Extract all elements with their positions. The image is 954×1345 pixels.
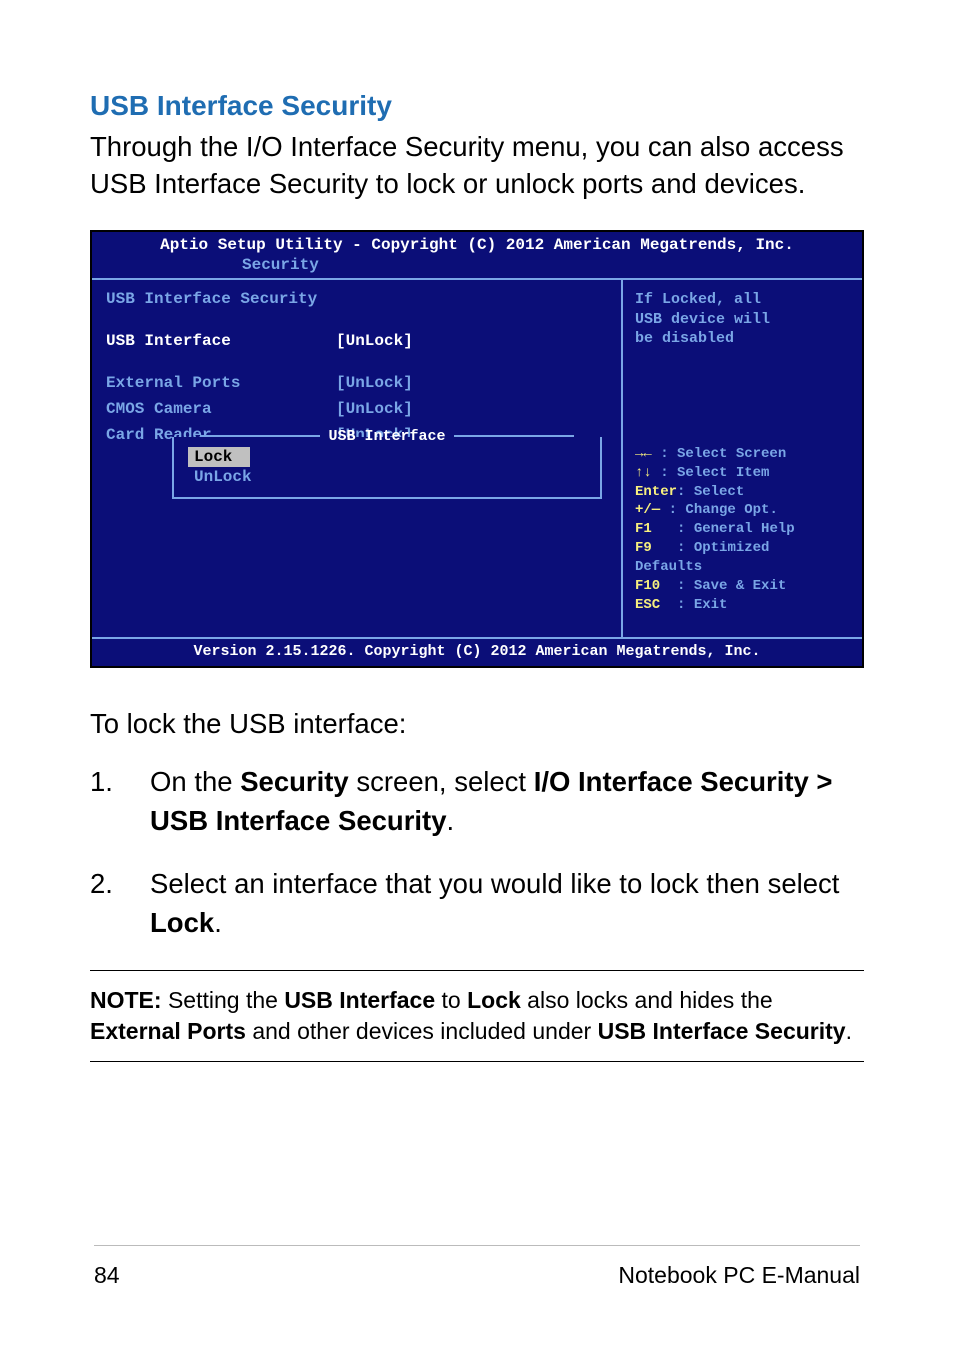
t: Select an interface that you would like …	[150, 868, 839, 899]
help-line: be disabled	[635, 329, 850, 349]
footer-title: Notebook PC E-Manual	[618, 1262, 860, 1289]
bios-modal-title: USB Interface	[172, 428, 602, 445]
t: screen, select	[349, 766, 534, 797]
t: Setting the	[162, 987, 285, 1013]
t: USB Interface Security	[598, 1018, 846, 1044]
row-value: [UnLock]	[336, 400, 413, 418]
t: to	[435, 987, 467, 1013]
bios-title: Aptio Setup Utility - Copyright (C) 2012…	[92, 232, 862, 254]
t: Lock	[467, 987, 521, 1013]
help-line: USB device will	[635, 310, 850, 330]
step-1: 1. On the Security screen, select I/O In…	[90, 762, 864, 840]
t: On the	[150, 766, 240, 797]
step-number: 2.	[90, 864, 150, 942]
step-2: 2. Select an interface that you would li…	[90, 864, 864, 942]
key: +/—	[635, 502, 660, 518]
t: .	[214, 907, 222, 938]
t: USB Interface	[284, 987, 435, 1013]
bios-tab-security: Security	[232, 256, 329, 274]
bios-modal: USB Interface Lock UnLock	[172, 428, 602, 499]
bios-bottom-line: Version 2.15.1226. Copyright (C) 2012 Am…	[92, 637, 862, 666]
help-line: If Locked, all	[635, 290, 850, 310]
key: ESC	[635, 597, 660, 613]
t: .	[447, 805, 455, 836]
t: External Ports	[90, 1018, 246, 1044]
t: .	[846, 1018, 852, 1044]
note-block: NOTE: Setting the USB Interface to Lock …	[90, 970, 864, 1062]
t: and other devices included under	[246, 1018, 598, 1044]
lock-instruction: To lock the USB interface:	[90, 708, 864, 740]
t: also locks and hides the	[521, 987, 773, 1013]
key-desc: : Select	[677, 484, 744, 500]
key: Enter	[635, 484, 677, 500]
bios-left-pane: USB Interface Security USB Interface [Un…	[92, 280, 623, 637]
bios-screenshot: Aptio Setup Utility - Copyright (C) 2012…	[90, 230, 864, 668]
section-heading: USB Interface Security	[90, 90, 864, 122]
bios-modal-item-unlock: UnLock	[188, 467, 586, 487]
key-desc: Defaults	[635, 559, 702, 575]
bios-tab-row: Security	[92, 254, 862, 280]
key: F9	[635, 540, 652, 556]
step-number: 1.	[90, 762, 150, 840]
key-desc: : Save & Exit	[677, 578, 786, 594]
page-number: 84	[94, 1262, 120, 1289]
bios-section-title: USB Interface Security	[106, 290, 336, 308]
key: F10	[635, 578, 660, 594]
bios-row-cmos-camera: CMOS Camera [UnLock]	[106, 400, 607, 418]
key-desc: : Change Opt.	[669, 502, 778, 518]
key: →←	[635, 445, 652, 464]
t: Security	[240, 766, 349, 797]
steps-list: 1. On the Security screen, select I/O In…	[90, 762, 864, 942]
row-value: [UnLock]	[336, 332, 413, 350]
t: Lock	[150, 907, 214, 938]
bios-row-external-ports: External Ports [UnLock]	[106, 374, 607, 392]
bios-help-keys: →← : Select Screen ↑↓ : Select Item Ente…	[635, 445, 850, 615]
bios-row-usb-interface: USB Interface [UnLock]	[106, 332, 607, 350]
row-label: CMOS Camera	[106, 400, 336, 418]
key-desc: : Select Item	[660, 465, 769, 481]
key-desc: : Exit	[677, 597, 727, 613]
key-desc: : Optimized	[677, 540, 769, 556]
key-desc: : General Help	[677, 521, 795, 537]
intro-text: Through the I/O Interface Security menu,…	[90, 128, 864, 202]
page-footer: 84 Notebook PC E-Manual	[94, 1245, 860, 1289]
note-label: NOTE:	[90, 987, 162, 1013]
key: ↑↓	[635, 464, 652, 483]
key: F1	[635, 521, 652, 537]
key-desc: : Select Screen	[660, 446, 786, 462]
bios-help-text: If Locked, all USB device will be disabl…	[635, 290, 850, 349]
row-label: External Ports	[106, 374, 336, 392]
row-label: USB Interface	[106, 332, 336, 350]
bios-modal-item-lock: Lock	[188, 447, 250, 467]
bios-right-pane: If Locked, all USB device will be disabl…	[623, 280, 862, 637]
row-value: [UnLock]	[336, 374, 413, 392]
